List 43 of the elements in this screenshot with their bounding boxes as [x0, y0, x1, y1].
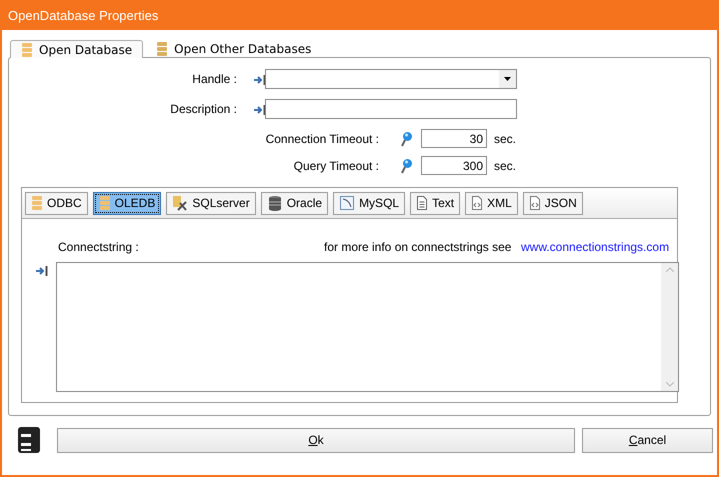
- database-icon: [156, 40, 168, 56]
- database-icon: [18, 427, 40, 453]
- document-icon: [416, 195, 428, 211]
- scrollbar[interactable]: [661, 263, 678, 391]
- provider-button[interactable]: Text: [410, 192, 460, 214]
- unit-label: sec.: [493, 132, 518, 146]
- input-field[interactable]: 300: [421, 156, 487, 175]
- scroll-up-icon[interactable]: [666, 267, 674, 272]
- pushpin-icon: [401, 130, 413, 146]
- handle-dropdown[interactable]: [265, 69, 517, 89]
- cancel-button[interactable]: Cancel: [582, 428, 713, 452]
- provider-button[interactable]: JSON: [522, 192, 583, 214]
- provider-button[interactable]: ODBC: [25, 192, 88, 214]
- provider-button[interactable]: XML: [465, 192, 518, 214]
- input-field[interactable]: 30: [421, 129, 487, 148]
- caret-icon: [504, 77, 511, 81]
- code-file-icon: [528, 195, 541, 211]
- ok-button[interactable]: Ok: [57, 428, 575, 452]
- window-title: OpenDatabase Properties: [2, 0, 717, 30]
- arrow-to-bar-icon: [36, 266, 48, 276]
- input-field[interactable]: [265, 99, 517, 119]
- database-icon: [31, 195, 43, 211]
- provider-button[interactable]: OLEDB: [92, 192, 162, 214]
- info-text: for more info on connectstrings see: [324, 240, 512, 254]
- database-icon: [21, 42, 33, 58]
- field-label: Connection Timeout :: [264, 132, 379, 146]
- tab[interactable]: Open Database: [10, 40, 144, 58]
- field-label: Query Timeout :: [292, 158, 379, 172]
- database-stack-icon: [266, 195, 283, 211]
- field-label: Description :: [169, 102, 237, 116]
- tab[interactable]: Open Other Databases: [145, 39, 322, 57]
- connectstring-field[interactable]: [56, 262, 679, 392]
- connectstring-label: Connectstring :: [58, 240, 139, 254]
- pushpin-icon: [401, 158, 413, 174]
- website-link[interactable]: www.connectionstrings.com: [521, 240, 670, 254]
- field-label: Handle :: [191, 72, 237, 86]
- provider-button[interactable]: Oracle: [260, 192, 328, 214]
- database-icon: [98, 195, 111, 211]
- provider-button[interactable]: MySQL: [333, 192, 406, 214]
- unit-label: sec.: [493, 158, 518, 172]
- code-file-icon: [471, 195, 484, 211]
- provider-button[interactable]: SQLserver: [166, 192, 256, 214]
- scroll-down-icon[interactable]: [666, 382, 674, 387]
